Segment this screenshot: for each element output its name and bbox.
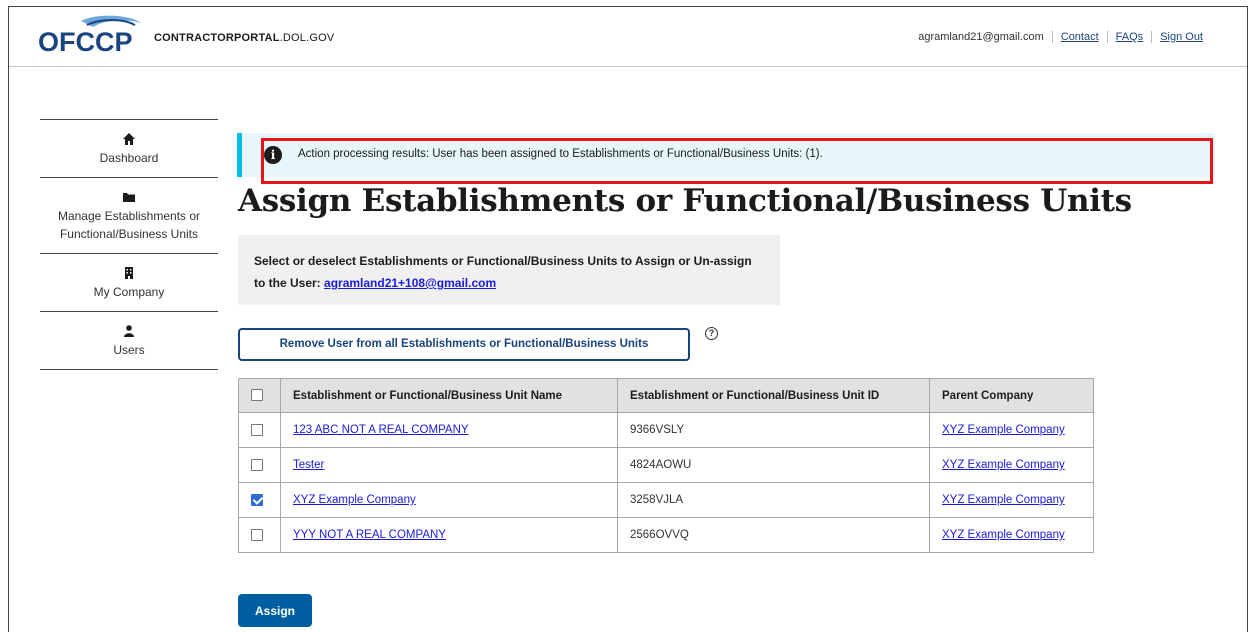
remove-user-button[interactable]: Remove User from all Establishments or F…	[238, 328, 690, 361]
parent-cell: XYZ Example Company	[929, 517, 1094, 553]
help-icon[interactable]: ?	[705, 327, 718, 340]
sidebar-nav: Dashboard Manage Establishments or Funct…	[40, 119, 218, 370]
home-icon	[44, 132, 214, 148]
sidebar-item-my-company[interactable]: My Company	[40, 254, 218, 312]
checkbox-cell	[238, 482, 281, 518]
page-title: Assign Establishments or Functional/Busi…	[238, 183, 1132, 219]
name-cell: 123 ABC NOT A REAL COMPANY	[280, 412, 618, 448]
sidebar-item-label: My Company	[93, 285, 165, 299]
sign-out-link[interactable]: Sign Out	[1160, 31, 1203, 43]
sidebar-item-label: Users	[113, 343, 145, 357]
establishments-table: Establishment or Functional/Business Uni…	[238, 378, 1094, 553]
name-cell: YYY NOT A REAL COMPANY	[280, 517, 618, 553]
divider	[1051, 31, 1053, 43]
checkbox-cell	[238, 447, 281, 483]
row-checkbox[interactable]	[251, 423, 263, 436]
header-links: agramland21@gmail.com Contact FAQs Sign …	[918, 31, 1203, 43]
name-cell: Tester	[280, 447, 618, 483]
divider	[1151, 31, 1153, 43]
select-all-cell	[238, 378, 281, 413]
parent-cell: XYZ Example Company	[929, 482, 1094, 518]
parent-company-link[interactable]: XYZ Example Company	[942, 459, 1065, 471]
contact-link[interactable]: Contact	[1061, 31, 1099, 43]
divider	[1106, 31, 1108, 43]
parent-company-link[interactable]: XYZ Example Company	[942, 494, 1065, 506]
establishment-link[interactable]: YYY NOT A REAL COMPANY	[293, 529, 446, 541]
row-checkbox[interactable]	[251, 458, 263, 471]
checkbox-cell	[238, 412, 281, 448]
row-checkbox[interactable]	[251, 528, 263, 541]
establishment-link[interactable]: XYZ Example Company	[293, 494, 416, 506]
establishment-link[interactable]: 123 ABC NOT A REAL COMPANY	[293, 424, 469, 436]
row-checkbox[interactable]	[251, 493, 263, 506]
table-row: 123 ABC NOT A REAL COMPANY 9366VSLY XYZ …	[238, 412, 1094, 448]
faqs-link[interactable]: FAQs	[1116, 31, 1144, 43]
select-all-checkbox[interactable]	[251, 389, 263, 402]
sidebar-item-users[interactable]: Users	[40, 312, 218, 370]
sidebar-item-label: Dashboard	[99, 151, 159, 165]
parent-cell: XYZ Example Company	[929, 412, 1094, 448]
folder-icon	[44, 190, 214, 206]
user-email-link[interactable]: agramland21+108@gmail.com	[324, 276, 496, 290]
table-row: Tester 4824AOWU XYZ Example Company	[238, 447, 1094, 483]
parent-cell: XYZ Example Company	[929, 447, 1094, 483]
parent-company-link[interactable]: XYZ Example Company	[942, 529, 1065, 541]
column-header-name: Establishment or Functional/Business Uni…	[280, 378, 618, 413]
sidebar-item-label: Manage Establishments or Functional/Busi…	[57, 209, 201, 241]
id-cell: 9366VSLY	[617, 412, 930, 448]
building-icon	[44, 266, 214, 282]
alert-highlight-box	[261, 138, 1213, 184]
establishment-link[interactable]: Tester	[293, 459, 324, 471]
site-header: OFCCP CONTRACTORPORTAL.DOL.GOV agramland…	[9, 7, 1247, 67]
id-cell: 3258VJLA	[617, 482, 930, 518]
user-icon	[44, 324, 214, 340]
column-header-id: Establishment or Functional/Business Uni…	[617, 378, 930, 413]
checkbox-cell	[238, 517, 281, 553]
parent-company-link[interactable]: XYZ Example Company	[942, 424, 1065, 436]
table-row: YYY NOT A REAL COMPANY 2566OVVQ XYZ Exam…	[238, 517, 1094, 553]
instruction-box: Select or deselect Establishments or Fun…	[238, 235, 780, 305]
sidebar-item-dashboard[interactable]: Dashboard	[40, 120, 218, 178]
site-name: CONTRACTORPORTAL.DOL.GOV	[154, 32, 335, 44]
svg-text:OFCCP: OFCCP	[38, 27, 133, 55]
column-header-parent: Parent Company	[929, 378, 1094, 413]
sidebar-item-manage-establishments[interactable]: Manage Establishments or Functional/Busi…	[40, 178, 218, 254]
user-email: agramland21@gmail.com	[918, 31, 1044, 43]
ofccp-logo[interactable]: OFCCP	[37, 15, 143, 55]
id-cell: 2566OVVQ	[617, 517, 930, 553]
table-header-row: Establishment or Functional/Business Uni…	[238, 378, 1094, 413]
table-row: XYZ Example Company 3258VJLA XYZ Example…	[238, 482, 1094, 518]
name-cell: XYZ Example Company	[280, 482, 618, 518]
id-cell: 4824AOWU	[617, 447, 930, 483]
assign-button[interactable]: Assign	[238, 594, 312, 627]
page-frame: OFCCP CONTRACTORPORTAL.DOL.GOV agramland…	[8, 6, 1248, 632]
